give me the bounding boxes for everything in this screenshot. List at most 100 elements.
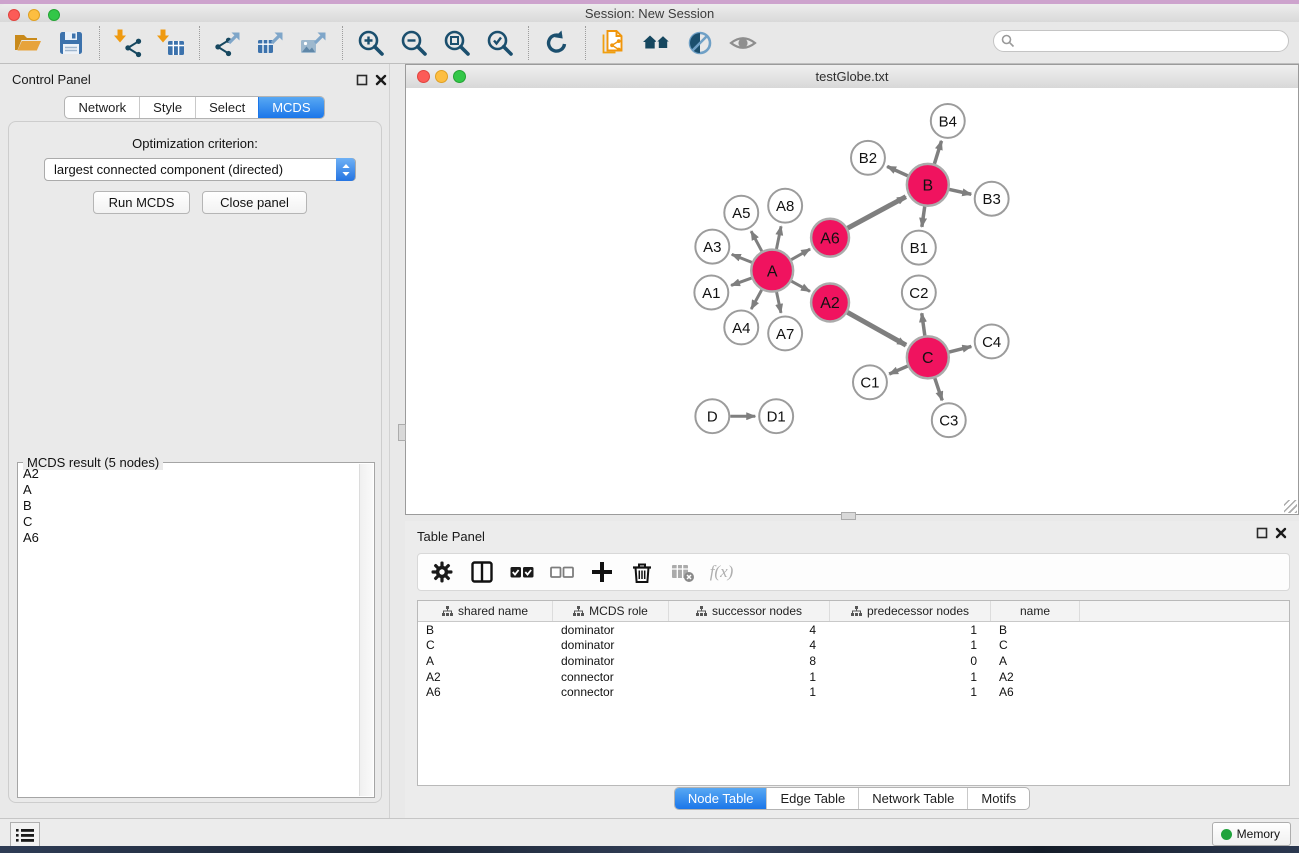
result-item[interactable]: A6 [23, 530, 360, 546]
open-session-button[interactable] [11, 26, 45, 60]
table-cell[interactable]: B [991, 623, 1080, 637]
table-cell[interactable]: dominator [553, 654, 669, 668]
table-row[interactable]: A6connector11A6 [418, 684, 1289, 700]
edge-C-C3[interactable] [935, 378, 942, 400]
node-A2[interactable]: A2 [811, 284, 849, 322]
select-all-button[interactable] [508, 559, 535, 586]
tab-mcds[interactable]: MCDS [258, 97, 323, 118]
network-graph[interactable]: AA6A2BCA5A8A3A1A4A7B2B4B3B1C2C4C1C3DD1 [406, 88, 1298, 514]
column-header-predecessor-nodes[interactable]: predecessor nodes [830, 601, 991, 621]
show-columns-button[interactable] [468, 559, 495, 586]
zoom-fit-button[interactable] [440, 26, 474, 60]
horizontal-split-handle[interactable] [841, 512, 856, 520]
edge-A-A6[interactable] [791, 249, 810, 260]
search-input[interactable] [993, 30, 1289, 52]
table-cell[interactable]: A6 [418, 685, 553, 699]
save-session-button[interactable] [54, 26, 88, 60]
node-A4[interactable]: A4 [724, 310, 758, 344]
export-network-button[interactable] [211, 26, 245, 60]
edge-C-C2[interactable] [922, 313, 925, 335]
tab-edge-table[interactable]: Edge Table [766, 788, 858, 809]
export-table-button[interactable] [254, 26, 288, 60]
delete-columns-button[interactable] [628, 559, 655, 586]
vertical-split-handle[interactable] [398, 424, 406, 441]
edge-A-A2[interactable] [791, 281, 810, 291]
new-network-from-selection-button[interactable] [597, 26, 631, 60]
node-A3[interactable]: A3 [695, 230, 729, 264]
tab-select[interactable]: Select [195, 97, 258, 118]
column-header-shared-name[interactable]: shared name [418, 601, 553, 621]
node-A8[interactable]: A8 [768, 189, 802, 223]
table-cell[interactable]: connector [553, 670, 669, 684]
node-A7[interactable]: A7 [768, 316, 802, 350]
table-cell[interactable]: 0 [830, 654, 991, 668]
table-cell[interactable]: B [418, 623, 553, 637]
edge-B-B3[interactable] [949, 189, 971, 194]
result-item[interactable]: A2 [23, 466, 360, 482]
delete-table-button[interactable] [668, 559, 695, 586]
function-builder-button[interactable]: f(x) [708, 559, 735, 586]
table-cell[interactable]: 1 [830, 638, 991, 652]
table-row[interactable]: A2connector11A2 [418, 669, 1289, 685]
level-of-detail-button[interactable] [726, 26, 760, 60]
zoom-out-button[interactable] [397, 26, 431, 60]
table-row[interactable]: Bdominator41B [418, 622, 1289, 638]
result-scrollbar[interactable] [359, 464, 373, 796]
tab-node-table[interactable]: Node Table [675, 788, 767, 809]
table-cell[interactable]: C [418, 638, 553, 652]
tab-motifs[interactable]: Motifs [967, 788, 1029, 809]
table-cell[interactable]: connector [553, 685, 669, 699]
zoom-in-button[interactable] [354, 26, 388, 60]
zoom-selected-button[interactable] [483, 26, 517, 60]
edge-A-A8[interactable] [776, 226, 781, 249]
node-C2[interactable]: C2 [902, 276, 936, 310]
result-item[interactable]: C [23, 514, 360, 530]
column-header-MCDS-role[interactable]: MCDS role [553, 601, 669, 621]
edge-B-B1[interactable] [922, 207, 925, 227]
column-header-name[interactable]: name [991, 601, 1080, 621]
table-cell[interactable]: 8 [669, 654, 830, 668]
show-hide-graphics-details-button[interactable] [683, 26, 717, 60]
close-panel-icon[interactable] [375, 74, 387, 86]
edge-A-A4[interactable] [751, 290, 761, 309]
table-cell[interactable]: A2 [418, 670, 553, 684]
table-cell[interactable]: 4 [669, 638, 830, 652]
edge-B-B4[interactable] [934, 141, 941, 164]
network-canvas[interactable]: AA6A2BCA5A8A3A1A4A7B2B4B3B1C2C4C1C3DD1 [406, 88, 1298, 514]
table-cell[interactable]: A [991, 654, 1080, 668]
node-D[interactable]: D [695, 399, 729, 433]
resize-grip-icon[interactable] [1284, 500, 1297, 513]
node-B3[interactable]: B3 [975, 182, 1009, 216]
tab-network[interactable]: Network [65, 97, 139, 118]
create-column-button[interactable] [588, 559, 615, 586]
task-history-button[interactable] [10, 822, 40, 847]
node-A6[interactable]: A6 [811, 219, 849, 257]
node-C1[interactable]: C1 [853, 365, 887, 399]
close-table-panel-icon[interactable] [1275, 527, 1287, 539]
table-cell[interactable]: dominator [553, 623, 669, 637]
table-row[interactable]: Adominator80A [418, 653, 1289, 669]
close-panel-button[interactable]: Close panel [202, 191, 307, 214]
first-neighbors-button[interactable] [640, 26, 674, 60]
table-cell[interactable]: 1 [830, 623, 991, 637]
node-A5[interactable]: A5 [724, 196, 758, 230]
float-table-panel-icon[interactable] [1256, 527, 1268, 539]
table-cell[interactable]: 1 [669, 685, 830, 699]
table-cell[interactable]: dominator [553, 638, 669, 652]
export-image-button[interactable] [297, 26, 331, 60]
table-cell[interactable]: 1 [830, 670, 991, 684]
table-cell[interactable]: 1 [669, 670, 830, 684]
node-B2[interactable]: B2 [851, 141, 885, 175]
import-table-button[interactable] [154, 26, 188, 60]
edge-A6-B[interactable] [848, 197, 906, 229]
result-item[interactable]: B [23, 498, 360, 514]
node-C3[interactable]: C3 [932, 403, 966, 437]
tab-network-table[interactable]: Network Table [858, 788, 967, 809]
table-cell[interactable]: A [418, 654, 553, 668]
node-A[interactable]: A [751, 250, 793, 292]
deselect-all-button[interactable] [548, 559, 575, 586]
table-cell[interactable]: A2 [991, 670, 1080, 684]
table-cell[interactable]: A6 [991, 685, 1080, 699]
tab-style[interactable]: Style [139, 97, 195, 118]
memory-button[interactable]: Memory [1212, 822, 1291, 846]
